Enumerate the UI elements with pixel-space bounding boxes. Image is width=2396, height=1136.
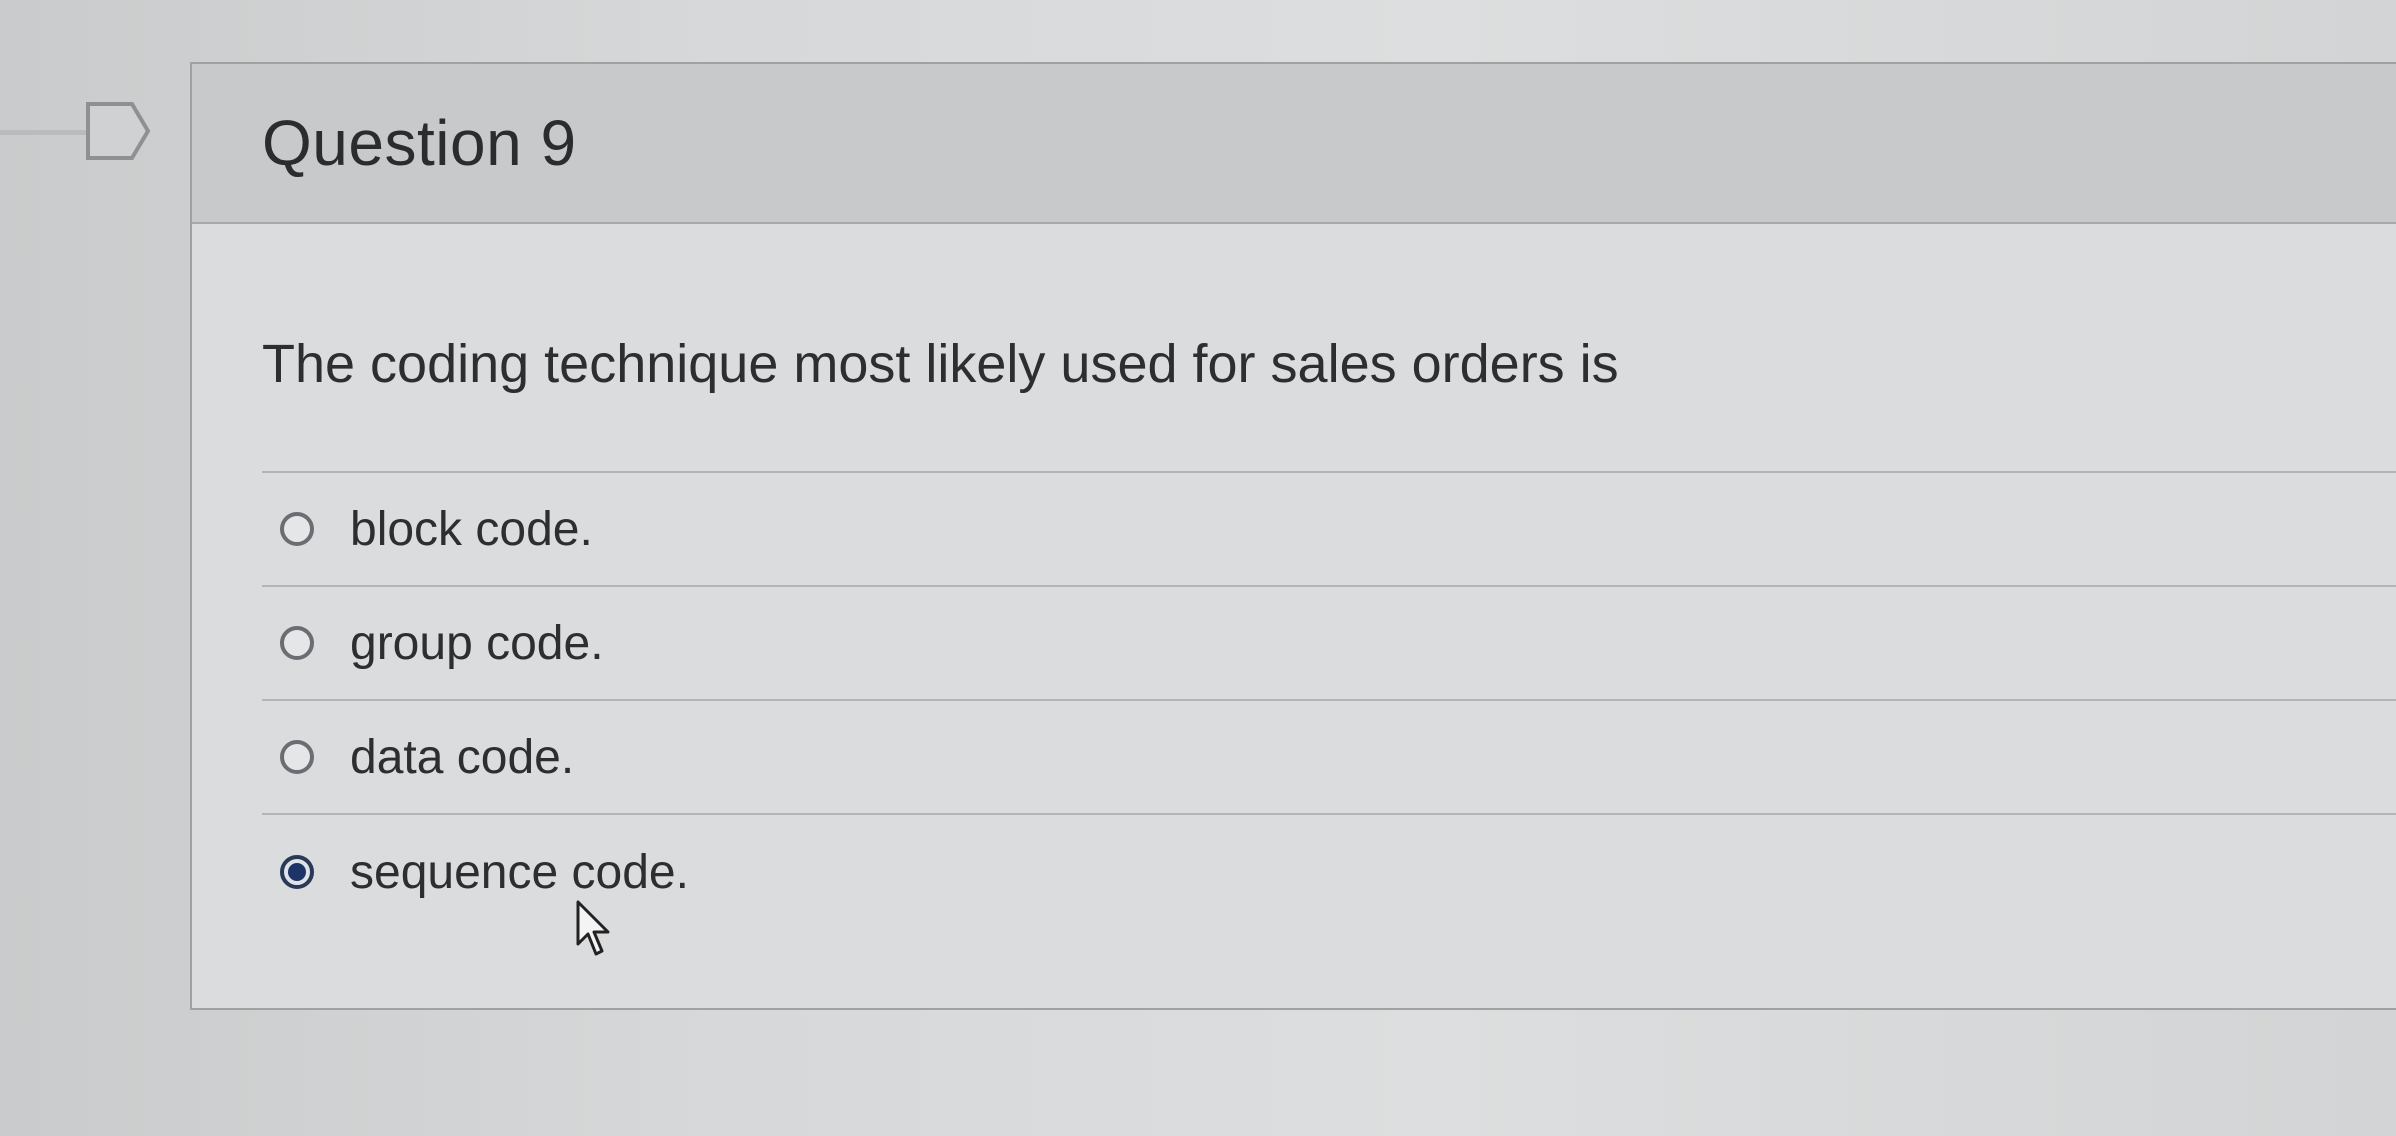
pointer-cursor-icon <box>576 900 610 956</box>
flag-connector <box>0 130 90 135</box>
question-header: Question 9 <box>192 64 2396 224</box>
flag-icon[interactable] <box>84 100 154 162</box>
radio-button[interactable] <box>280 512 314 546</box>
question-prompt: The coding technique most likely used fo… <box>262 334 1619 394</box>
answer-list: block code. group code. data code. seque… <box>262 471 2396 929</box>
radio-button-selected[interactable] <box>280 855 314 889</box>
answer-option-block-code[interactable]: block code. <box>262 473 2396 587</box>
answer-label: sequence code. <box>350 845 689 899</box>
answer-label: group code. <box>350 616 604 670</box>
answer-label: block code. <box>350 502 593 556</box>
answer-option-data-code[interactable]: data code. <box>262 701 2396 815</box>
question-title: Question 9 <box>262 107 577 179</box>
question-body: The coding technique most likely used fo… <box>192 224 2396 929</box>
radio-button[interactable] <box>280 740 314 774</box>
answer-label: data code. <box>350 730 575 784</box>
answer-option-group-code[interactable]: group code. <box>262 587 2396 701</box>
question-panel: Question 9 The coding technique most lik… <box>190 62 2396 1010</box>
radio-button[interactable] <box>280 626 314 660</box>
quiz-screen: Question 9 The coding technique most lik… <box>0 0 2396 1136</box>
